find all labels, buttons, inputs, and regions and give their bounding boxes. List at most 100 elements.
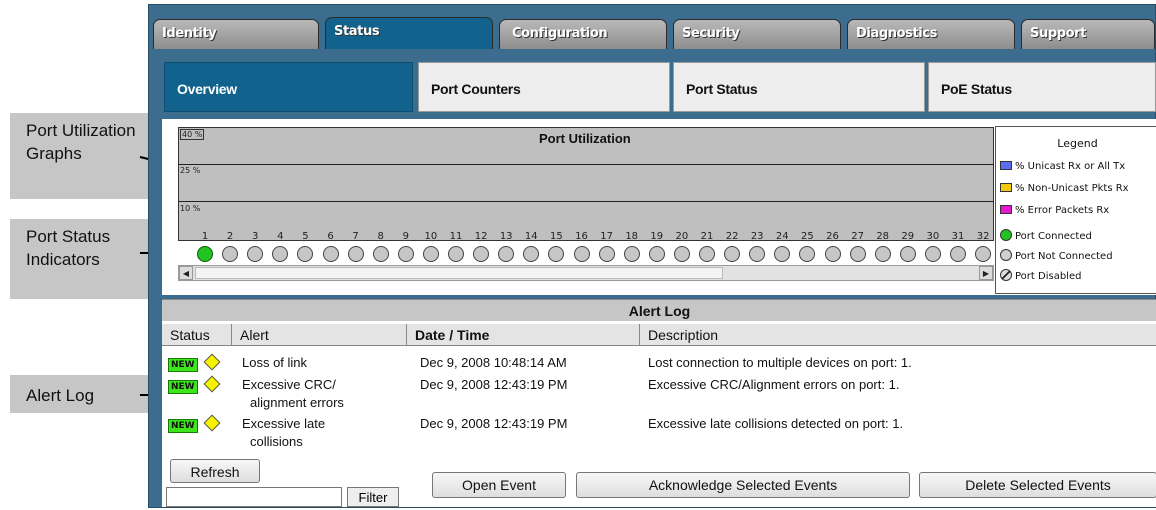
port-number: 23 [750,231,764,242]
port-not-connected-indicator[interactable] [498,246,515,262]
port-utilization-panel: Port Utilization 40 % 25 % 10 % 12345678… [162,119,1156,295]
port-not-connected-indicator[interactable] [372,246,389,262]
tab-support[interactable]: Support [1021,19,1155,49]
port-not-connected-indicator[interactable] [924,246,941,262]
unicast-swatch-icon [1000,161,1012,170]
scroll-thumb[interactable] [195,267,723,279]
port-not-connected-indicator[interactable] [699,246,715,262]
port-not-connected-indicator[interactable] [397,246,414,262]
filter-button[interactable]: Filter [347,487,399,507]
port-number: 6 [327,231,334,242]
port-not-connected-indicator[interactable] [422,246,439,262]
tab-security[interactable]: Security [673,19,841,49]
port-not-connected-indicator[interactable] [673,246,690,262]
port-not-connected-indicator[interactable] [623,246,640,262]
port-number: 19 [650,231,664,242]
delete-selected-events-button[interactable]: Delete Selected Events [919,472,1156,498]
port-not-connected-indicator[interactable] [950,246,966,262]
graph-title: Port Utilization [539,131,631,146]
warning-diamond-icon [203,353,221,371]
sub-tab-bar: Overview Port Counters Port Status PoE S… [149,49,1156,117]
port-not-connected-indicator[interactable] [799,246,816,262]
error-swatch-icon [1000,205,1012,214]
port-number: 22 [725,231,739,242]
port-not-connected-indicator[interactable] [247,246,264,262]
port-not-connected-indicator[interactable] [322,246,339,262]
alert-name: Excessive CRC/ [242,377,336,392]
port-not-connected-indicator[interactable] [874,246,891,262]
tab-configuration[interactable]: Configuration [499,19,667,49]
port-number: 32 [976,231,990,242]
port-not-connected-indicator[interactable] [573,246,590,262]
port-not-connected-indicator[interactable] [473,246,490,262]
alert-log-panel: Status Alert Date / Time Description NEW… [162,321,1156,507]
level-label-40: 40 % [180,129,205,140]
port-number: 24 [775,231,789,242]
port-number: 12 [474,231,488,242]
port-not-connected-indicator[interactable] [824,246,841,262]
port-disabled-icon [1000,269,1012,281]
alert-description: Excessive late collisions detected on po… [648,416,904,431]
col-header-status[interactable]: Status [162,324,232,346]
acknowledge-selected-events-button[interactable]: Acknowledge Selected Events [576,472,910,498]
port-not-connected-indicator[interactable] [975,246,992,262]
port-not-connected-indicator[interactable] [222,246,239,262]
open-event-button[interactable]: Open Event [432,472,566,498]
tab-status[interactable]: Status [325,17,493,49]
port-number: 8 [377,231,384,242]
legend-port-connected: Port Connected [1000,229,1092,243]
tab-diagnostics[interactable]: Diagnostics [847,19,1015,49]
port-not-connected-indicator[interactable] [347,246,364,262]
legend-unicast-label: % Unicast Rx or All Tx [1015,161,1126,172]
port-not-connected-indicator[interactable] [598,246,615,262]
port-not-connected-indicator[interactable] [849,246,866,262]
port-not-connected-indicator[interactable] [774,246,791,262]
subtab-port-counters[interactable]: Port Counters [418,62,670,112]
port-number: 13 [499,231,513,242]
port-not-connected-indicator[interactable] [297,246,314,262]
callout-port-utilization-graphs: Port Utilization Graphs [10,113,162,199]
port-number-row: 1 2 3 4 5 6 7 8 9 10 11 12 13 14 15 16 17 18 19 20 21 22 23 24 2… [178,231,994,245]
port-not-connected-indicator[interactable] [648,246,665,262]
alert-name-line2: alignment errors [250,395,344,410]
legend-disabled-label: Port Disabled [1015,271,1082,282]
port-connected-icon [1000,229,1012,241]
port-not-connected-indicator[interactable] [899,246,916,262]
graph-horizontal-scrollbar[interactable]: ◀ ▶ [178,265,994,281]
refresh-button[interactable]: Refresh [170,459,260,483]
port-number: 29 [901,231,915,242]
alert-description: Lost connection to multiple devices on p… [648,355,912,370]
legend-title: Legend [1057,137,1098,150]
legend-item-non-unicast: % Non-Unicast Pkts Rx [1000,183,1129,197]
col-header-datetime[interactable]: Date / Time [407,324,640,346]
new-badge-label: NEW [168,358,198,372]
port-utilization-graph: Port Utilization 40 % 25 % 10 % [178,127,994,241]
port-number: 28 [876,231,890,242]
tab-identity[interactable]: Identity [153,19,319,49]
legend-non-unicast-label: % Non-Unicast Pkts Rx [1015,183,1129,194]
scroll-left-icon[interactable]: ◀ [179,266,193,280]
port-not-connected-indicator[interactable] [523,246,540,262]
subtab-overview[interactable]: Overview [164,62,413,112]
col-header-alert[interactable]: Alert [232,324,407,346]
alert-datetime: Dec 9, 2008 12:43:19 PM [420,377,568,392]
port-number: 16 [575,231,588,242]
port-number: 20 [675,231,689,242]
subtab-port-status[interactable]: Port Status [673,62,925,112]
port-not-connected-indicator[interactable] [724,246,741,262]
port-not-connected-indicator[interactable] [272,246,289,262]
warning-diamond-icon [203,414,221,432]
port-not-connected-indicator[interactable] [448,246,464,262]
col-header-description[interactable]: Description [640,324,1156,346]
level-line-10 [179,201,993,202]
level-label-25: 25 % [180,166,201,175]
filter-input[interactable] [166,487,342,507]
port-not-connected-indicator[interactable] [548,246,565,262]
port-not-connected-indicator[interactable] [749,246,766,262]
subtab-poe-status[interactable]: PoE Status [928,62,1156,112]
port-connected-indicator[interactable] [197,246,213,262]
port-not-connected-icon [1000,249,1012,261]
scroll-right-icon[interactable]: ▶ [979,266,993,280]
alert-name-line2: collisions [250,434,303,449]
level-label-10: 10 % [180,204,201,213]
